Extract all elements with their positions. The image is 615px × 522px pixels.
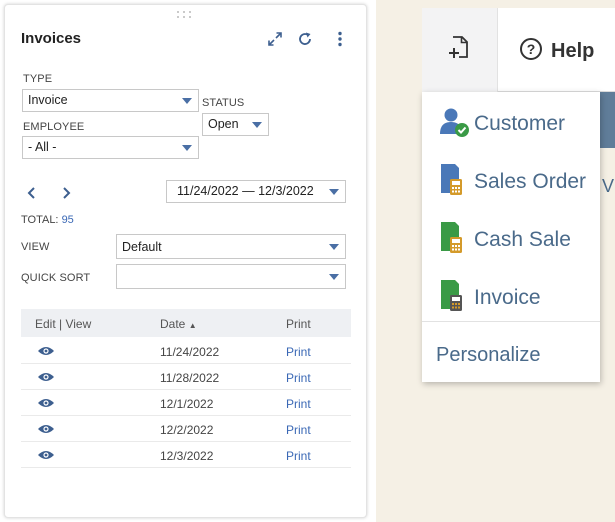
background-partial-text: V (602, 176, 615, 196)
row-date: 11/28/2022 (160, 371, 220, 385)
date-range-value: 11/24/2022 — 12/3/2022 (177, 184, 314, 198)
results-table-header: Edit | View Date ▲ Print (21, 309, 351, 337)
employee-select-value: - All - (28, 140, 57, 154)
status-select-value: Open (208, 117, 239, 131)
print-link[interactable]: Print (286, 423, 311, 437)
dropdown-arrow-icon (329, 189, 339, 195)
print-link[interactable]: Print (286, 449, 311, 463)
total-label: TOTAL: (21, 214, 59, 226)
column-date-label: Date (160, 317, 186, 331)
menu-item-sales-order[interactable]: Sales Order (422, 154, 600, 204)
print-link[interactable]: Print (286, 397, 311, 411)
new-record-icon (448, 35, 472, 66)
eye-icon[interactable] (37, 448, 55, 460)
dropdown-arrow-icon (329, 244, 339, 250)
column-edit-view: Edit | View (35, 317, 92, 331)
chevron-right-icon[interactable] (59, 185, 73, 201)
more-icon[interactable] (330, 29, 350, 49)
row-date: 11/24/2022 (160, 345, 220, 359)
employee-label: EMPLOYEE (23, 121, 85, 133)
status-select[interactable]: Open (202, 113, 269, 136)
personalize-link[interactable]: Personalize (436, 344, 541, 367)
svg-text:?: ? (527, 41, 536, 57)
menu-item-label: Customer (474, 112, 566, 135)
new-record-button[interactable] (422, 8, 498, 92)
eye-icon[interactable] (37, 344, 55, 356)
print-link[interactable]: Print (286, 371, 311, 385)
column-date[interactable]: Date ▲ (160, 317, 197, 331)
total-value: 95 (61, 214, 74, 226)
portlet-title: Invoices (21, 30, 82, 47)
total-count: TOTAL: 95 (21, 214, 74, 226)
quick-sort-label: QUICK SORT (21, 272, 91, 284)
type-label: TYPE (23, 73, 53, 85)
dropdown-arrow-icon (329, 274, 339, 280)
chevron-left-icon[interactable] (25, 185, 39, 201)
menu-item-customer[interactable]: Customer (422, 96, 600, 146)
refresh-icon[interactable] (295, 29, 315, 49)
customer-icon (438, 106, 472, 138)
row-date: 12/1/2022 (160, 397, 214, 411)
type-select[interactable]: Invoice (22, 89, 199, 112)
employee-select[interactable]: - All - (22, 136, 199, 159)
invoice-icon (438, 280, 472, 312)
view-select-value: Default (122, 240, 162, 254)
date-range-select[interactable]: 11/24/2022 — 12/3/2022 (166, 180, 346, 203)
help-icon: ? (519, 37, 543, 66)
table-row: 12/3/2022 Print (21, 442, 351, 468)
sort-asc-icon: ▲ (188, 321, 197, 330)
menu-item-label: Sales Order (474, 170, 587, 193)
row-date: 12/3/2022 (160, 449, 214, 463)
eye-icon[interactable] (37, 370, 55, 382)
menu-item-invoice[interactable]: Invoice (422, 270, 600, 320)
eye-icon[interactable] (37, 396, 55, 408)
menu-item-label: Invoice (474, 286, 541, 309)
dropdown-arrow-icon (182, 98, 192, 104)
table-row: 12/2/2022 Print (21, 416, 351, 442)
background-nav-strip (600, 92, 615, 148)
menu-divider (422, 321, 600, 322)
eye-icon[interactable] (37, 422, 55, 434)
cash-sale-icon (438, 222, 472, 254)
print-link[interactable]: Print (286, 345, 311, 359)
help-label: Help (551, 40, 595, 62)
status-label: STATUS (202, 97, 245, 109)
column-print: Print (286, 317, 311, 331)
table-row: 11/24/2022 Print (21, 338, 351, 364)
table-row: 12/1/2022 Print (21, 390, 351, 416)
view-label: VIEW (21, 241, 50, 253)
table-row: 11/28/2022 Print (21, 364, 351, 390)
quick-sort-select[interactable] (116, 264, 346, 289)
dropdown-arrow-icon (252, 122, 262, 128)
sales-order-icon (438, 164, 472, 196)
row-date: 12/2/2022 (160, 423, 214, 437)
menu-item-cash-sale[interactable]: Cash Sale (422, 212, 600, 262)
type-select-value: Invoice (28, 93, 68, 107)
new-record-menu: Customer Sales Order Cash Sale Invoice P… (422, 92, 600, 382)
expand-icon[interactable] (265, 29, 285, 49)
invoices-portlet: Invoices TYPE Invoice STATUS Open EMPLOY… (4, 4, 367, 518)
drag-handle[interactable] (177, 11, 195, 19)
menu-item-label: Cash Sale (474, 228, 571, 251)
view-select[interactable]: Default (116, 234, 346, 259)
dropdown-arrow-icon (182, 145, 192, 151)
help-button[interactable]: ? Help (519, 37, 594, 66)
